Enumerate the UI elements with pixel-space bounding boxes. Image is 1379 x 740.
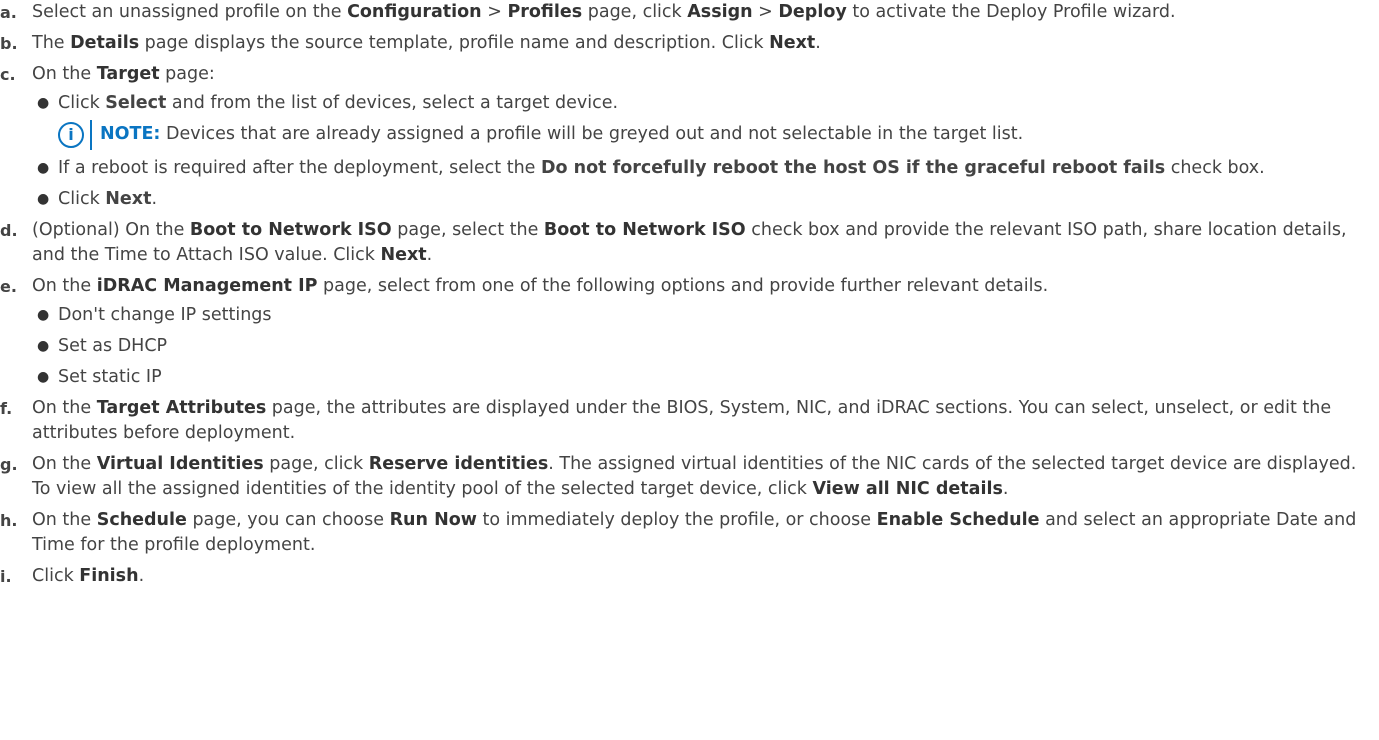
step-b: b. The Details page displays the source … <box>0 31 1379 56</box>
step-text: Click Finish. <box>32 566 145 586</box>
step-text: On the Schedule page, you can choose Run… <box>32 510 1357 555</box>
step-g: g. On the Virtual Identities page, click… <box>0 452 1379 502</box>
info-icon: i <box>58 122 84 148</box>
step-h: h. On the Schedule page, you can choose … <box>0 508 1379 558</box>
step-letter: b. <box>0 34 18 53</box>
bullet-icon: ● <box>37 338 50 354</box>
bullet-icon: ● <box>37 191 50 207</box>
instructions: a. Select an unassigned profile on the C… <box>0 0 1379 589</box>
step-text: On the Target Attributes page, the attri… <box>32 398 1332 443</box>
bullet-list: ● Click Select and from the list of devi… <box>32 91 1371 212</box>
step-letter: g. <box>0 455 18 474</box>
bullet-icon: ● <box>37 160 50 176</box>
note-box: i NOTE: Devices that are already assigne… <box>58 120 1371 150</box>
bullet-item: ● If a reboot is required after the depl… <box>32 156 1371 181</box>
step-d: d. (Optional) On the Boot to Network ISO… <box>0 218 1379 268</box>
step-text: (Optional) On the Boot to Network ISO pa… <box>32 220 1347 265</box>
note-divider <box>90 120 92 150</box>
step-f: f. On the Target Attributes page, the at… <box>0 396 1379 446</box>
bullet-icon: ● <box>37 95 50 111</box>
step-letter: i. <box>0 567 12 586</box>
step-letter: f. <box>0 399 13 418</box>
note-text: NOTE: Devices that are already assigned … <box>100 124 1024 144</box>
step-text: On the Target page: <box>32 64 215 84</box>
step-letter: d. <box>0 221 18 240</box>
step-text: Select an unassigned profile on the Conf… <box>32 2 1176 22</box>
bullet-item: ● Set as DHCP <box>32 334 1371 359</box>
step-letter: h. <box>0 511 18 530</box>
step-letter: a. <box>0 3 17 22</box>
bullet-item: ● Click Select and from the list of devi… <box>32 91 1371 150</box>
step-c: c. On the Target page: ● Click Select an… <box>0 62 1379 212</box>
step-text: The Details page displays the source tem… <box>32 33 821 53</box>
bullet-list: ● Don't change IP settings ● Set as DHCP… <box>32 303 1371 390</box>
bullet-item: ● Set static IP <box>32 365 1371 390</box>
bullet-icon: ● <box>37 307 50 323</box>
step-text: On the iDRAC Management IP page, select … <box>32 276 1049 296</box>
bullet-item: ● Click Next. <box>32 187 1371 212</box>
step-e: e. On the iDRAC Management IP page, sele… <box>0 274 1379 390</box>
step-letter: c. <box>0 65 16 84</box>
bullet-icon: ● <box>37 369 50 385</box>
bullet-item: ● Don't change IP settings <box>32 303 1371 328</box>
step-a: a. Select an unassigned profile on the C… <box>0 0 1379 25</box>
step-i: i. Click Finish. <box>0 564 1379 589</box>
step-letter: e. <box>0 277 17 296</box>
step-text: On the Virtual Identities page, click Re… <box>32 454 1357 499</box>
